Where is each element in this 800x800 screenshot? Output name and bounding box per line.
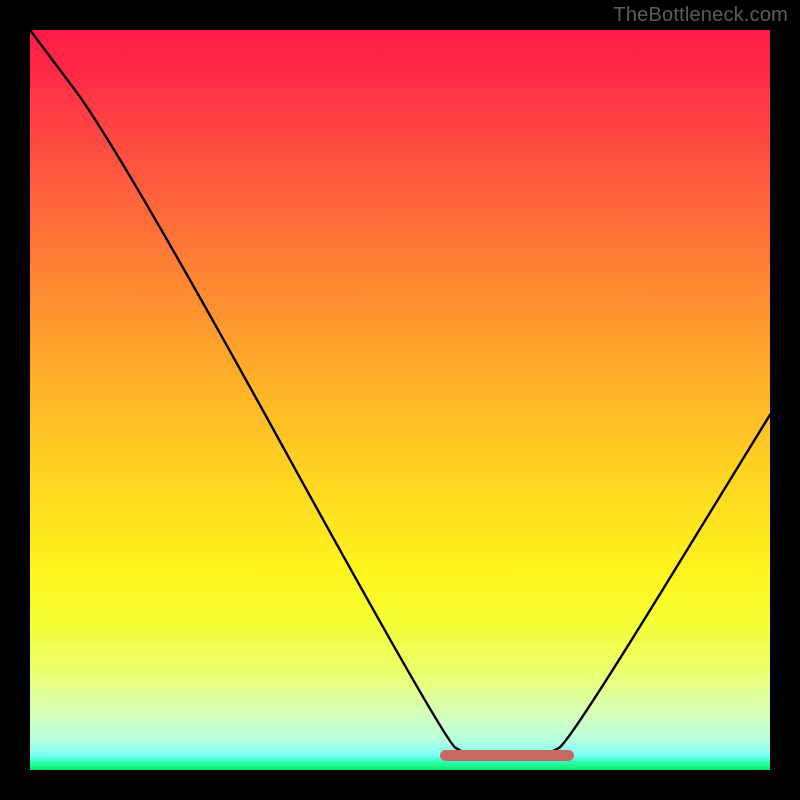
watermark-text: TheBottleneck.com: [613, 4, 788, 27]
curve-path: [30, 30, 770, 758]
plot-area: [30, 30, 770, 770]
highlight-segment: [440, 750, 574, 761]
chart-frame: TheBottleneck.com: [0, 0, 800, 800]
curve-svg: [30, 30, 770, 770]
